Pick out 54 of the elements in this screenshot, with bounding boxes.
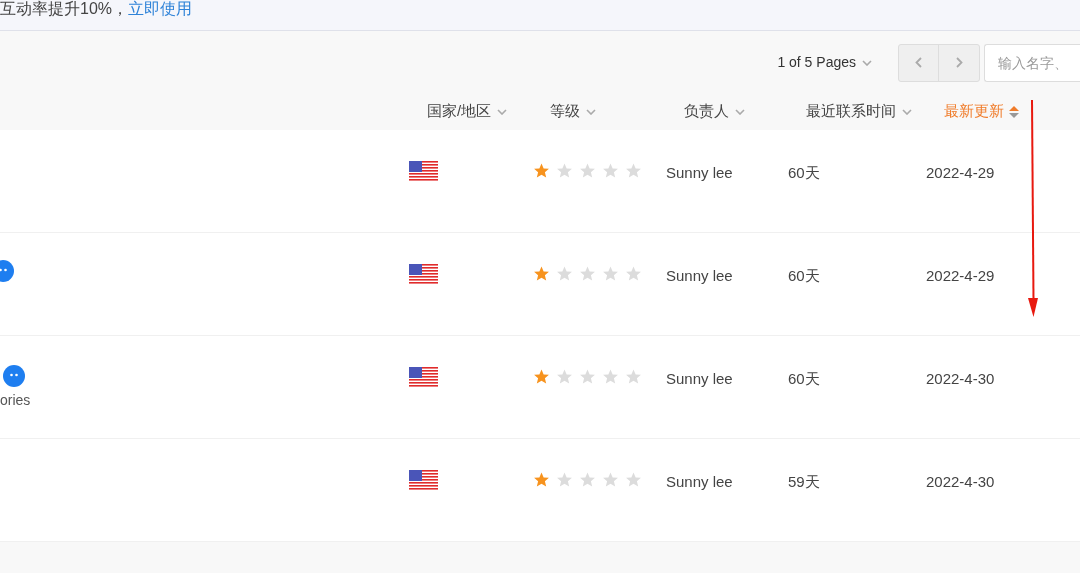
star-icon [556, 471, 573, 488]
update-date: 2022-4-30 [926, 473, 995, 490]
star-icon [556, 265, 573, 282]
last-contact-days: 60天 [788, 267, 820, 284]
column-header[interactable]: 国家/地区 [427, 100, 550, 123]
owner-name: Sunny lee [666, 164, 733, 181]
star-icon [533, 162, 550, 179]
star-icon [579, 368, 596, 385]
last-contact-days: 60天 [788, 370, 820, 387]
update-date: 2022-4-29 [926, 267, 995, 284]
flag-icon [409, 264, 438, 284]
star-icon [602, 265, 619, 282]
column-header[interactable]: 负责人 [684, 100, 806, 123]
chevron-down-icon [586, 108, 596, 115]
chat-icon[interactable] [3, 365, 25, 387]
star-icon [533, 265, 550, 282]
star-icon [556, 368, 573, 385]
chevron-right-icon [955, 57, 963, 68]
update-date: 2022-4-29 [926, 164, 995, 181]
column-header[interactable]: 最近联系时间 [806, 100, 944, 123]
flag-icon [409, 470, 438, 490]
star-icon [533, 368, 550, 385]
star-icon [579, 265, 596, 282]
star-icon [533, 471, 550, 488]
chevron-down-icon [735, 108, 745, 115]
chevron-down-icon [902, 108, 912, 115]
use-now-link[interactable]: 立即使用 [128, 1, 193, 17]
column-header[interactable]: 等级 [550, 100, 684, 123]
chevron-left-icon [915, 57, 922, 68]
star-icon [625, 265, 642, 282]
star-icon [602, 162, 619, 179]
star-icon [579, 471, 596, 488]
owner-name: Sunny lee [666, 370, 733, 387]
last-contact-days: 60天 [788, 164, 820, 181]
flag-icon [409, 367, 438, 387]
star-icon [625, 471, 642, 488]
star-icon [625, 368, 642, 385]
star-icon [625, 162, 642, 179]
sort-icon [1008, 104, 1020, 119]
last-contact-days: 59天 [788, 473, 820, 490]
owner-name: Sunny lee [666, 267, 733, 284]
star-icon [579, 162, 596, 179]
chevron-down-icon [862, 59, 872, 66]
pages-dropdown[interactable]: 1 of 5 Pages [777, 52, 872, 73]
update-date: 2022-4-30 [926, 370, 995, 387]
owner-name: Sunny lee [666, 473, 733, 490]
star-icon [602, 368, 619, 385]
chevron-down-icon [497, 108, 508, 115]
flag-icon [409, 161, 438, 181]
banner-text: 互动率提升10%， [0, 1, 129, 17]
search-field[interactable]: 输入名字、 [984, 43, 1080, 82]
star-icon [602, 471, 619, 488]
star-icon [556, 162, 573, 179]
row-text: ories [0, 391, 31, 410]
